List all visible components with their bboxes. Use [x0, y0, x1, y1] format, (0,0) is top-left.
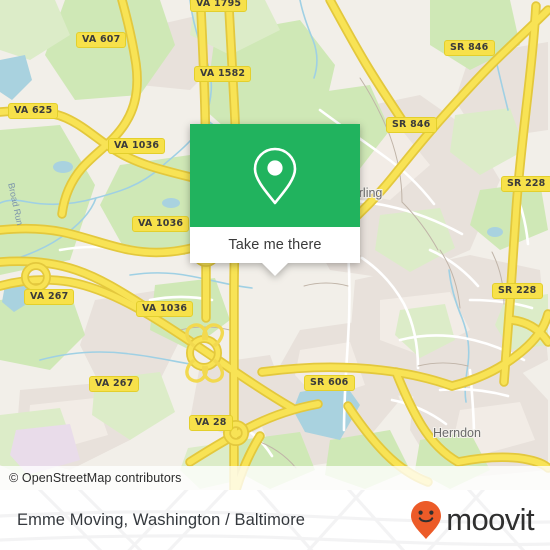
road-shield[interactable]: VA 607: [76, 32, 127, 48]
road-shield[interactable]: SR 606: [304, 375, 355, 391]
road-shield[interactable]: VA 28: [189, 415, 233, 431]
moovit-brand[interactable]: moovit: [409, 490, 535, 550]
popup-header: [190, 124, 360, 227]
road-shield[interactable]: SR 228: [492, 283, 543, 299]
road-shield[interactable]: SR 228: [501, 176, 550, 192]
road-shield[interactable]: VA 267: [24, 289, 75, 305]
map-canvas[interactable]: VA 1795 VA 607 SR 846 VA 1582 VA 625 SR …: [0, 0, 550, 490]
road-shield[interactable]: SR 846: [444, 40, 495, 56]
moovit-pin-smile-icon: [411, 501, 442, 539]
road-shield[interactable]: VA 1036: [132, 216, 190, 232]
road-shield[interactable]: VA 267: [89, 376, 140, 392]
page-title: Emme Moving, Washington / Baltimore: [17, 510, 306, 529]
openstreetmap-attribution[interactable]: © OpenStreetMap contributors: [0, 471, 182, 485]
road-shield[interactable]: VA 1036: [108, 138, 166, 154]
popup-footer[interactable]: Take me there: [190, 227, 360, 263]
popup-pointer-tail: [262, 263, 288, 276]
place-label-herndon: Herndon: [433, 426, 481, 440]
road-shield[interactable]: VA 625: [8, 103, 59, 119]
road-shield[interactable]: SR 846: [386, 117, 437, 133]
road-shield[interactable]: VA 1582: [194, 66, 252, 82]
road-shield[interactable]: VA 1036: [136, 301, 194, 317]
moovit-wordmark: moovit: [446, 501, 534, 537]
footer-bar: Emme Moving, Washington / Baltimore moov…: [0, 490, 550, 550]
map-attribution-bar: © OpenStreetMap contributors: [0, 466, 550, 490]
road-shield[interactable]: VA 1795: [190, 0, 248, 12]
map-screenshot: VA 1795 VA 607 SR 846 VA 1582 VA 625 SR …: [0, 0, 550, 550]
location-popup-card[interactable]: Take me there: [190, 124, 360, 276]
take-me-there-label: Take me there: [228, 237, 322, 253]
map-pin-icon: [253, 147, 297, 204]
